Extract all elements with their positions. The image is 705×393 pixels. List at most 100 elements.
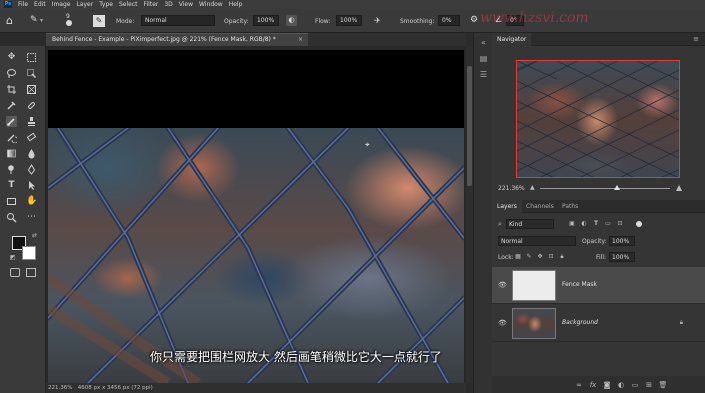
brush-tool-preset-icon[interactable]: ✎ — [30, 15, 38, 25]
layer-style-fx-icon[interactable]: fx — [588, 380, 598, 390]
link-layers-icon[interactable]: ∞ — [574, 380, 584, 390]
menu-3d[interactable]: 3D — [164, 1, 172, 8]
dock-expand-icon[interactable]: « — [478, 37, 489, 48]
screen-mode-icon[interactable] — [26, 268, 36, 277]
zoom-out-mountain-icon[interactable]: ▲ — [530, 184, 535, 191]
more-tools-icon[interactable]: ⋯ — [26, 212, 37, 223]
zoom-tool-icon[interactable] — [6, 212, 17, 223]
menu-window[interactable]: Window — [199, 1, 223, 8]
mode-select[interactable]: Normal — [141, 15, 215, 26]
tab-paths[interactable]: Paths — [557, 200, 583, 213]
visibility-eye-icon[interactable]: 👁︎ — [498, 319, 507, 328]
navigator-preview[interactable] — [516, 60, 680, 178]
navigator-zoom-slider-knob[interactable] — [614, 185, 620, 190]
chevron-down-icon[interactable]: ▾ — [40, 17, 43, 24]
rectangle-tool-icon[interactable] — [6, 196, 17, 207]
delete-layer-trash-icon[interactable]: 🗑︎ — [658, 380, 668, 390]
layer-opacity-field[interactable]: 100% — [609, 236, 635, 246]
opacity-field[interactable]: 100% — [253, 15, 279, 26]
brush-settings-panel-icon[interactable]: ✎ — [93, 15, 105, 27]
close-icon[interactable]: × — [298, 34, 303, 46]
type-tool-icon[interactable]: T — [6, 180, 17, 191]
blend-mode-select[interactable]: Normal — [498, 236, 576, 246]
scrollbar-thumb[interactable] — [467, 66, 472, 186]
menu-image[interactable]: Image — [52, 1, 71, 8]
lasso-tool-icon[interactable] — [6, 68, 17, 79]
flow-field[interactable]: 100% — [336, 15, 362, 26]
hand-tool-icon[interactable]: ✋ — [26, 196, 37, 207]
swap-colors-icon[interactable]: ⇄ — [32, 232, 37, 239]
panel-menu-icon[interactable]: ≡ — [693, 35, 699, 43]
pen-tool-icon[interactable] — [26, 164, 37, 175]
default-colors-icon[interactable]: ◩ — [10, 254, 16, 261]
layer-name[interactable]: Background — [562, 319, 598, 326]
menu-layer[interactable]: Layer — [76, 1, 93, 8]
layer-row-background[interactable]: 👁︎ Background 🔒︎ — [492, 305, 705, 342]
gradient-tool-icon[interactable] — [6, 148, 17, 159]
lock-all-icon[interactable]: 🔒︎ — [558, 253, 566, 261]
smoothing-field[interactable]: 0% — [438, 15, 460, 26]
filter-adjustment-icon[interactable]: ◐ — [580, 220, 588, 228]
menu-view[interactable]: View — [179, 1, 193, 8]
pressure-opacity-icon[interactable]: ◐ — [286, 15, 297, 26]
brush-tool-icon[interactable] — [6, 116, 17, 127]
visibility-eye-icon[interactable]: 👁︎ — [498, 281, 507, 290]
brush-size-value[interactable]: 9 — [66, 13, 70, 20]
move-tool-icon[interactable]: ✥ — [6, 52, 17, 63]
crop-tool-icon[interactable] — [6, 84, 17, 95]
filter-smart-object-icon[interactable]: ⊡ — [616, 220, 624, 228]
history-panel-icon[interactable]: ▤ — [478, 53, 489, 64]
status-zoom[interactable]: 221.36% — [48, 385, 72, 391]
menu-file[interactable]: File — [18, 1, 28, 8]
menu-type[interactable]: Type — [99, 1, 113, 8]
menu-select[interactable]: Select — [119, 1, 138, 8]
marquee-tool-icon[interactable] — [26, 52, 37, 63]
menu-edit[interactable]: Edit — [34, 1, 46, 8]
lock-image-pixels-icon[interactable]: ✎ — [525, 253, 533, 261]
filter-type-icon[interactable]: T — [592, 220, 600, 228]
smoothing-settings-gear-icon[interactable]: ⚙ — [470, 15, 478, 25]
canvas-image[interactable] — [48, 128, 464, 383]
eraser-tool-icon[interactable] — [26, 132, 37, 143]
new-group-folder-icon[interactable]: ▭ — [630, 380, 640, 390]
filter-pixel-icon[interactable]: ▣ — [568, 220, 576, 228]
zoom-in-mountain-icon[interactable]: ▲ — [676, 183, 682, 192]
navigator-zoom-value[interactable]: 221.36% — [498, 185, 525, 192]
history-brush-tool-icon[interactable] — [6, 132, 19, 144]
clone-stamp-tool-icon[interactable] — [26, 116, 37, 127]
navigator-zoom-slider[interactable] — [540, 188, 670, 189]
background-color-swatch[interactable] — [22, 246, 36, 260]
path-selection-tool-icon[interactable] — [26, 180, 37, 191]
properties-panel-icon[interactable]: ☰ — [478, 69, 489, 80]
lock-position-icon[interactable]: ✥ — [536, 253, 544, 261]
lock-artboard-icon[interactable]: ⊡ — [547, 253, 555, 261]
frame-tool-icon[interactable] — [26, 84, 37, 95]
canvas-vertical-scrollbar[interactable] — [466, 46, 473, 383]
airbrush-icon[interactable]: ✈ — [372, 15, 383, 26]
new-layer-icon[interactable]: ⊞ — [644, 380, 654, 390]
fill-field[interactable]: 100% — [609, 252, 635, 262]
eyedropper-tool-icon[interactable] — [6, 100, 17, 111]
photoshop-logo-icon[interactable]: Ps — [4, 1, 12, 8]
layer-filter-kind-select[interactable]: Kind — [506, 219, 554, 229]
menu-help[interactable]: Help — [229, 1, 243, 8]
tab-layers[interactable]: Layers — [492, 200, 522, 213]
lock-transparent-pixels-icon[interactable]: ▦ — [514, 253, 522, 261]
document-tab[interactable]: Behind Fence - Example - PiXimperfect.jp… — [46, 33, 308, 46]
object-selection-tool-icon[interactable] — [26, 68, 37, 79]
adjustment-layer-icon[interactable]: ◐ — [616, 380, 626, 390]
tab-navigator[interactable]: Navigator — [492, 33, 532, 46]
layer-row-fence-mask[interactable]: 👁︎ Fence Mask — [492, 267, 705, 304]
home-icon[interactable]: ⌂ — [6, 14, 13, 27]
menu-filter[interactable]: Filter — [144, 1, 159, 8]
filter-toggle-icon[interactable] — [636, 221, 642, 227]
blur-tool-icon[interactable] — [26, 148, 37, 159]
filter-shape-icon[interactable]: ▭ — [604, 220, 612, 228]
filter-search-icon[interactable]: ⌕ — [498, 220, 502, 229]
brush-tip-preview[interactable] — [66, 20, 72, 26]
tab-channels[interactable]: Channels — [521, 200, 559, 213]
add-mask-icon[interactable]: ◙ — [602, 380, 612, 390]
quick-mask-icon[interactable] — [10, 268, 20, 277]
layer-name[interactable]: Fence Mask — [562, 281, 597, 288]
dodge-tool-icon[interactable] — [6, 164, 17, 175]
